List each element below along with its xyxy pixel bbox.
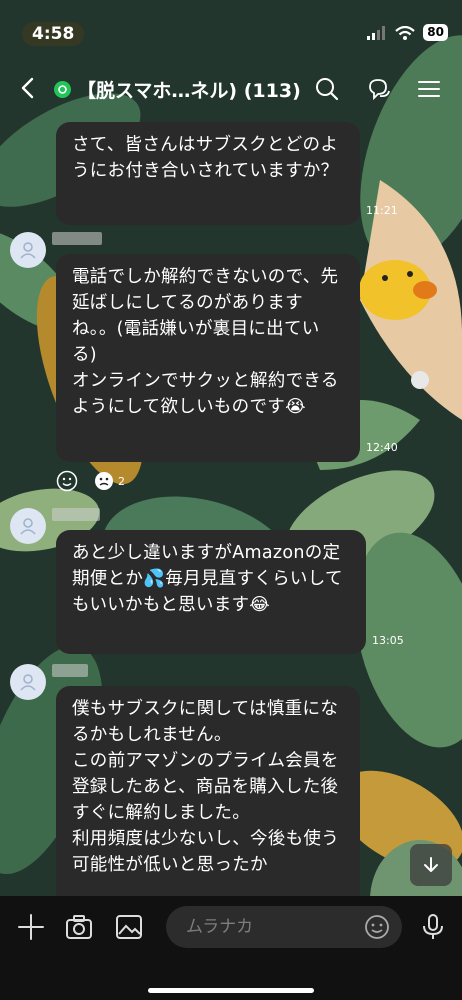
message-list[interactable]: さて、皆さんはサブスクとどのようにお付き合いされていますか？ 11:21 電話で…	[0, 116, 462, 896]
message-input-placeholder: ムラナカ	[186, 917, 254, 937]
message-bubble[interactable]: 電話でしか解約できないので、先延ばしにしてるのがありますね。。(電話嫌いが裏目に…	[56, 254, 360, 462]
status-time: 4:58	[22, 22, 85, 46]
sender-name-redacted	[52, 664, 88, 677]
user-icon	[20, 242, 36, 259]
message-reactions: 2	[56, 470, 125, 492]
chat-bubbles-icon[interactable]	[366, 76, 392, 102]
user-icon	[20, 518, 36, 535]
crying-reaction-icon	[95, 472, 113, 490]
sender-name-redacted	[52, 232, 102, 245]
message-timestamp: 12:40	[366, 441, 398, 454]
chat-title-group[interactable]: 【脱スマホ…ネル) (113)	[54, 76, 301, 103]
chat-title: 【脱スマホ…ネル) (113)	[77, 80, 301, 102]
message-bubble[interactable]: さて、皆さんはサブスクとどのようにお付き合いされていますか？	[56, 122, 360, 225]
search-icon[interactable]	[314, 76, 340, 102]
avatar[interactable]	[10, 664, 46, 700]
reaction-badge[interactable]: 2	[94, 471, 125, 491]
scroll-to-bottom-button[interactable]	[410, 844, 452, 886]
microphone-icon[interactable]	[418, 912, 448, 942]
message-input[interactable]: ムラナカ	[166, 906, 402, 948]
message-input-bar: ムラナカ	[0, 896, 462, 1000]
message-bubble[interactable]: 僕もサブスクに関しては慎重になるかもしれません。 この前アマゾンのプライム会員を…	[56, 686, 360, 896]
home-indicator	[148, 988, 314, 993]
battery-indicator: 80	[423, 24, 448, 41]
plus-icon[interactable]	[16, 912, 46, 942]
image-icon[interactable]	[114, 912, 144, 942]
back-arrow-icon[interactable]	[14, 74, 42, 102]
status-bar: 4:58 80	[0, 0, 462, 62]
camera-icon[interactable]	[64, 912, 94, 942]
message-timestamp: 13:05	[372, 634, 404, 647]
avatar[interactable]	[10, 508, 46, 544]
status-icons: 80	[367, 24, 448, 41]
message-bubble[interactable]: あと少し違いますがAmazonの定期便とか💦毎月見直すくらいしてもいいかもと思い…	[56, 530, 366, 654]
add-reaction-icon[interactable]	[56, 470, 78, 492]
sender-name-redacted	[52, 508, 100, 521]
emoji-icon[interactable]	[364, 914, 390, 940]
menu-icon[interactable]	[416, 76, 442, 102]
signal-icon	[367, 25, 386, 40]
open-chat-icon	[54, 81, 71, 98]
arrow-down-icon	[424, 857, 438, 872]
avatar[interactable]	[10, 232, 46, 268]
reaction-count: 2	[118, 474, 125, 488]
chat-header: 【脱スマホ…ネル) (113)	[0, 62, 462, 116]
message-timestamp: 11:21	[366, 204, 398, 217]
wifi-icon	[395, 25, 416, 40]
user-icon	[20, 674, 36, 691]
